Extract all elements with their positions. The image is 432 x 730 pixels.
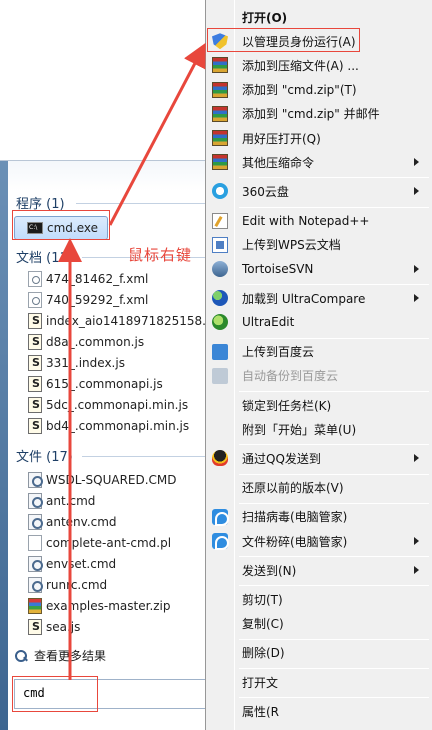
annotation-arrows [58, 42, 206, 680]
arrow-cmd-to-run-as-admin [108, 42, 206, 226]
